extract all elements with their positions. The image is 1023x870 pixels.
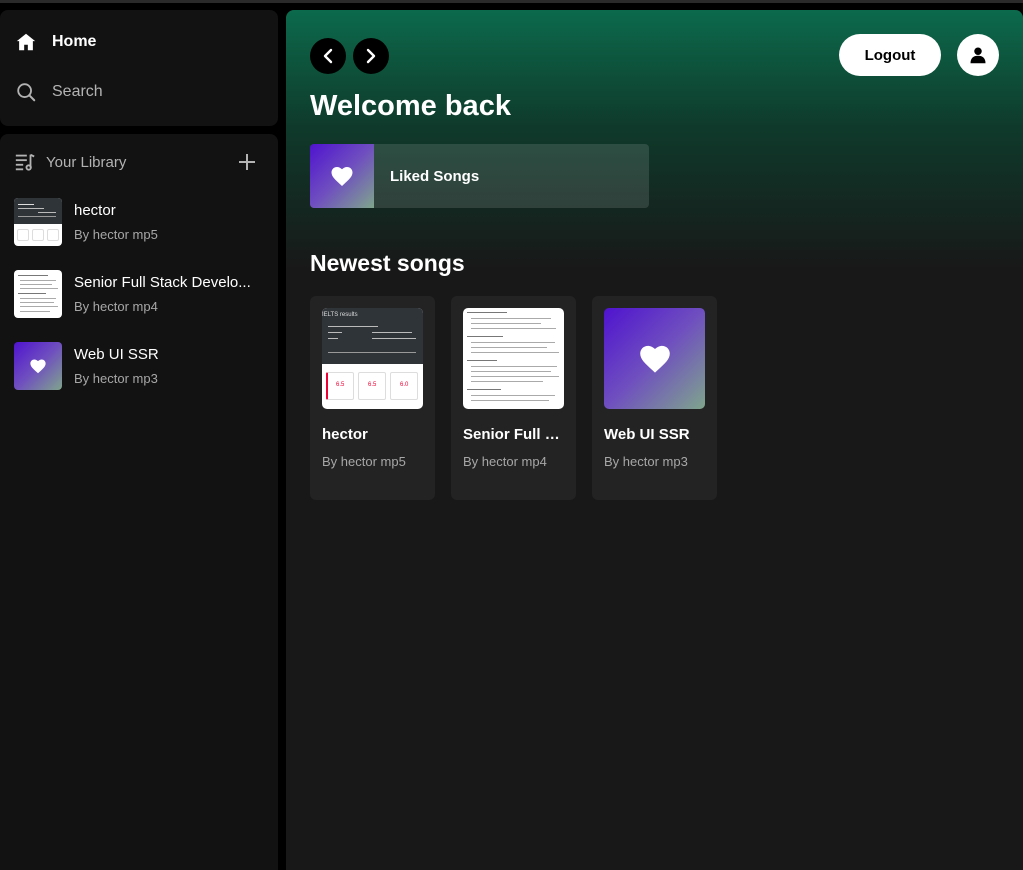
song-card-title: hector [322, 426, 368, 443]
song-card[interactable]: Senior Full S... By hector mp4 [451, 296, 576, 500]
library-item-text: Senior Full Stack Develo... By hector mp… [74, 273, 251, 315]
song-card-title: Web UI SSR [604, 426, 690, 443]
liked-songs-thumbnail [310, 144, 374, 208]
forward-button[interactable] [353, 38, 389, 74]
song-card[interactable]: IELTS results 6.5 6.5 6.0 hector By hect… [310, 296, 435, 500]
main-content: Logout Welcome back Liked Songs Newest s… [286, 10, 1023, 870]
song-card-image: IELTS results 6.5 6.5 6.0 [322, 308, 423, 409]
heart-icon [639, 345, 670, 373]
app-window: Home Search Your Library hector By hecto… [0, 0, 1023, 870]
song-card-image [463, 308, 564, 409]
library-item[interactable]: hector By hector mp5 [14, 196, 264, 248]
library-item-text: hector By hector mp5 [74, 201, 158, 243]
library-item[interactable]: Senior Full Stack Develo... By hector mp… [14, 268, 264, 320]
library-item[interactable]: Web UI SSR By hector mp3 [14, 340, 264, 392]
doc-heading: IELTS results [322, 312, 358, 318]
library-title[interactable]: Your Library [46, 154, 126, 171]
newest-songs-title: Newest songs [310, 250, 465, 276]
library-header: Your Library [14, 150, 264, 174]
heart-icon [30, 359, 46, 374]
search-icon [14, 80, 38, 104]
song-card-subtitle: By hector mp4 [463, 454, 547, 469]
song-card[interactable]: Web UI SSR By hector mp3 [592, 296, 717, 500]
library-icon [14, 151, 36, 173]
nav-home[interactable]: Home [14, 27, 96, 57]
logout-button[interactable]: Logout [839, 34, 941, 76]
song-card-title: Senior Full S... [463, 426, 567, 443]
library-item-subtitle: By hector mp3 [74, 371, 158, 386]
chevron-left-icon [323, 48, 333, 64]
song-card-subtitle: By hector mp3 [604, 454, 688, 469]
song-card-image [604, 308, 705, 409]
library-item-title: Web UI SSR [74, 346, 159, 363]
user-icon [970, 47, 986, 64]
page-title: Welcome back [310, 90, 511, 122]
sidebar-library: Your Library hector By hector mp5 Senior… [0, 134, 278, 870]
library-item-text: Web UI SSR By hector mp3 [74, 345, 159, 387]
heart-icon [331, 167, 353, 186]
liked-songs-label: Liked Songs [390, 167, 480, 185]
liked-songs-tile[interactable]: Liked Songs [310, 144, 649, 208]
library-item-thumbnail [14, 342, 62, 390]
home-icon [14, 30, 38, 54]
nav-search-label: Search [52, 83, 103, 100]
library-item-thumbnail [14, 198, 62, 246]
nav-search[interactable]: Search [14, 77, 103, 107]
library-item-subtitle: By hector mp5 [74, 227, 158, 242]
library-item-title: Senior Full Stack Develo... [74, 274, 251, 291]
sidebar-nav: Home Search [0, 10, 278, 126]
score-2: 6.5 [368, 382, 377, 388]
back-button[interactable] [310, 38, 346, 74]
nav-home-label: Home [52, 33, 97, 50]
score-1: 6.5 [336, 382, 345, 388]
chevron-right-icon [366, 48, 376, 64]
library-item-subtitle: By hector mp4 [74, 299, 158, 314]
library-item-thumbnail [14, 270, 62, 318]
top-edge [0, 0, 1023, 3]
song-card-subtitle: By hector mp5 [322, 454, 406, 469]
user-button[interactable] [957, 34, 999, 76]
plus-icon[interactable] [236, 150, 258, 174]
library-item-title: hector [74, 202, 116, 219]
score-3: 6.0 [400, 382, 409, 388]
